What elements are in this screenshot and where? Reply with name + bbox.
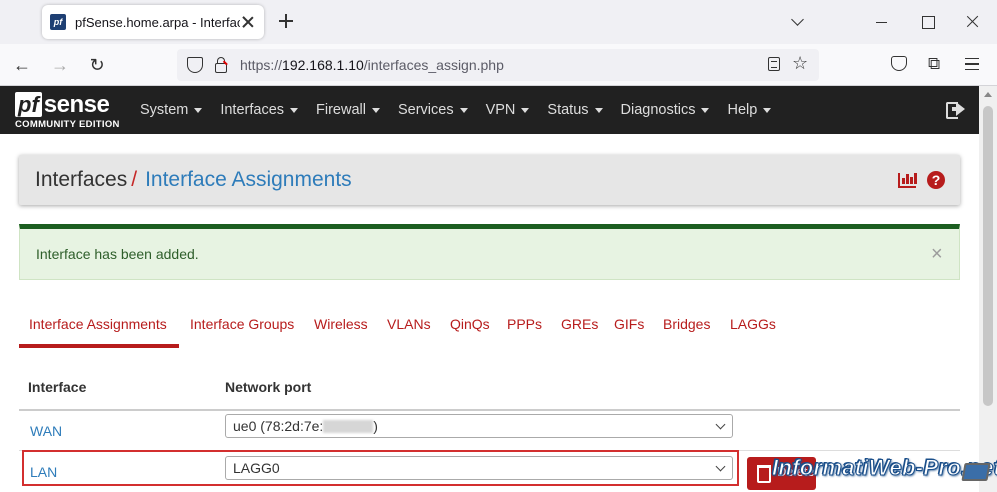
window-close-icon[interactable]: [963, 12, 983, 32]
main-menu: System Interfaces Firewall Services VPN …: [140, 86, 789, 134]
new-tab-icon[interactable]: [276, 11, 296, 31]
tab-wireless[interactable]: Wireless: [314, 316, 368, 332]
pfsense-logo[interactable]: pf sense COMMUNITY EDITION: [15, 92, 123, 132]
menu-interfaces[interactable]: Interfaces: [220, 102, 298, 118]
pocket-icon[interactable]: [891, 56, 907, 71]
pfsense-navbar: pf sense COMMUNITY EDITION System Interf…: [0, 86, 979, 134]
browser-tab[interactable]: pf pfSense.home.arpa - Interfaces: A: [42, 5, 264, 39]
network-port-select-wan[interactable]: ue0 (78:2d:7e:): [225, 414, 733, 438]
alert-close-icon[interactable]: ×: [931, 243, 943, 266]
network-port-select-lan[interactable]: LAGG0: [225, 456, 733, 480]
url-bar[interactable]: https://192.168.1.10/interfaces_assign.p…: [177, 49, 819, 81]
bookmark-star-icon[interactable]: ☆: [792, 53, 808, 74]
page-content: pf sense COMMUNITY EDITION System Interf…: [0, 86, 979, 492]
shield-icon[interactable]: [187, 57, 203, 73]
interface-link-lan[interactable]: LAN: [30, 464, 57, 480]
menu-firewall[interactable]: Firewall: [316, 102, 380, 118]
logout-icon[interactable]: [946, 100, 966, 119]
bar-chart-icon[interactable]: [898, 173, 917, 188]
pfsense-favicon-icon: pf: [50, 14, 66, 30]
lock-icon[interactable]: [215, 57, 227, 73]
column-header-network-port: Network port: [225, 379, 312, 395]
reader-view-icon[interactable]: [768, 57, 780, 71]
menu-vpn[interactable]: VPN: [486, 102, 530, 118]
scroll-thumb[interactable]: [983, 106, 993, 406]
tab-title: pfSense.home.arpa - Interfaces: A: [75, 14, 240, 30]
redacted-mac: [323, 420, 374, 433]
maximize-icon[interactable]: [918, 12, 938, 32]
tab-bridges[interactable]: Bridges: [663, 316, 710, 332]
tab-gifs[interactable]: GIFs: [614, 316, 644, 332]
tab-interface-assignments[interactable]: Interface Assignments: [29, 316, 167, 332]
close-icon[interactable]: [240, 14, 256, 30]
browser-navbar: ← → ↻ https://192.168.1.10/interfaces_as…: [0, 44, 997, 86]
tab-laggs[interactable]: LAGGs: [730, 316, 776, 332]
tab-ppps[interactable]: PPPs: [507, 316, 542, 332]
menu-services[interactable]: Services: [398, 102, 468, 118]
active-tab-indicator: [19, 344, 179, 348]
browser-tabbar: pf pfSense.home.arpa - Interfaces: A: [0, 0, 997, 44]
menu-diagnostics[interactable]: Diagnostics: [621, 102, 710, 118]
tab-vlans[interactable]: VLANs: [387, 316, 431, 332]
minimize-icon[interactable]: [872, 12, 892, 32]
help-icon[interactable]: ?: [927, 171, 945, 189]
alert-message: Interface has been added.: [36, 246, 199, 262]
hamburger-menu-icon[interactable]: [965, 58, 979, 70]
success-alert: Interface has been added. ×: [19, 224, 960, 280]
forward-arrow-icon[interactable]: →: [50, 55, 70, 75]
menu-system[interactable]: System: [140, 102, 202, 118]
interface-tabs: Interface Assignments Interface Groups W…: [19, 308, 960, 350]
breadcrumb-parent: Interfaces: [35, 168, 128, 191]
laptop-icon: [961, 463, 991, 481]
breadcrumb-current-link[interactable]: Interface Assignments: [145, 168, 352, 191]
tab-gres[interactable]: GREs: [561, 316, 598, 332]
reload-icon[interactable]: ↻: [87, 55, 107, 75]
back-arrow-icon[interactable]: ←: [12, 55, 32, 75]
url-text[interactable]: https://192.168.1.10/interfaces_assign.p…: [240, 57, 504, 73]
tab-qinqs[interactable]: QinQs: [450, 316, 490, 332]
breadcrumb: Interfaces / Interface Assignments ?: [19, 155, 960, 205]
menu-status[interactable]: Status: [547, 102, 602, 118]
extensions-icon[interactable]: ⧉: [928, 54, 940, 74]
breadcrumb-separator: /: [131, 168, 138, 191]
scroll-up-icon[interactable]: [984, 92, 992, 97]
tab-interface-groups[interactable]: Interface Groups: [190, 316, 294, 332]
page-scrollbar[interactable]: [979, 86, 997, 492]
interface-link-wan[interactable]: WAN: [30, 423, 62, 439]
chevron-down-icon[interactable]: [788, 12, 808, 32]
page-title: Interfaces / Interface Assignments: [35, 168, 352, 192]
menu-help[interactable]: Help: [727, 102, 771, 118]
column-header-interface: Interface: [28, 379, 87, 395]
